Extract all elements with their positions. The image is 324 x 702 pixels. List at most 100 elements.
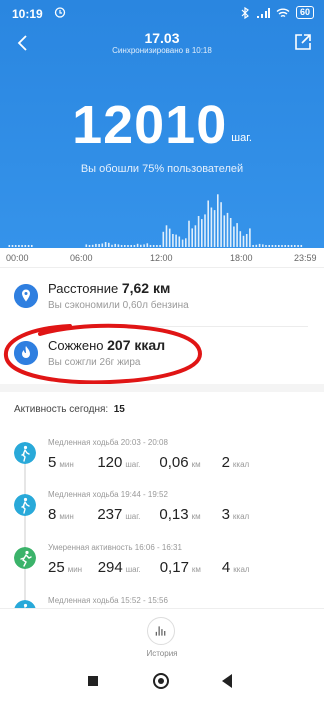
activity-metrics: 5 мин 120 шаг. 0,06 км 2 ккал bbox=[48, 454, 249, 471]
distance-value: 7,62 км bbox=[121, 280, 171, 296]
page-title: 17.03 bbox=[144, 30, 180, 46]
bottom-nav: История bbox=[0, 608, 324, 660]
activity-bar bbox=[120, 245, 123, 247]
activity-bar bbox=[252, 245, 254, 247]
status-right-icons: 60 bbox=[240, 6, 314, 19]
activity-bar bbox=[233, 226, 235, 247]
sync-status: Синхронизировано в 10:18 bbox=[112, 46, 212, 55]
activity-bar bbox=[95, 243, 97, 247]
activity-bar bbox=[284, 245, 286, 247]
activity-minutes: 5 bbox=[48, 454, 57, 471]
status-notification-icons bbox=[54, 6, 66, 18]
activity-bar bbox=[181, 239, 184, 247]
activity-km: 0,13 bbox=[159, 506, 189, 523]
activity-bar bbox=[188, 220, 190, 247]
unit-min: мин bbox=[59, 512, 74, 521]
activity-bar bbox=[242, 235, 245, 247]
activity-label: Умеренная активность 16:06 - 16:31 bbox=[48, 543, 182, 552]
distance-title: Расстояние 7,62 км bbox=[48, 280, 170, 296]
activity-km: 0,17 bbox=[159, 559, 189, 576]
activity-bar bbox=[226, 212, 229, 247]
activity-bar bbox=[24, 245, 27, 247]
activity-bar bbox=[101, 243, 104, 247]
activity-bar bbox=[124, 245, 126, 247]
activity-bar bbox=[294, 245, 296, 247]
walking-icon bbox=[14, 494, 36, 516]
activity-minutes: 25 bbox=[48, 559, 65, 576]
activity-bar bbox=[197, 216, 200, 247]
share-icon[interactable] bbox=[294, 33, 312, 51]
chart-time-axis: 00:00 06:00 12:00 18:00 23:59 bbox=[0, 248, 324, 268]
activity-bar bbox=[287, 245, 290, 247]
activity-bar bbox=[194, 225, 197, 247]
activity-bar bbox=[168, 228, 171, 247]
step-comparison-text: Вы обошли 75% пользователей bbox=[80, 163, 244, 175]
activity-bar bbox=[85, 244, 88, 247]
home-button[interactable] bbox=[153, 673, 169, 689]
activity-bar bbox=[201, 219, 203, 247]
unit-kcal: ккал bbox=[232, 512, 250, 521]
system-back-button[interactable] bbox=[222, 674, 232, 688]
activity-bar bbox=[297, 245, 299, 247]
activity-bar bbox=[21, 245, 23, 247]
activity-bar bbox=[213, 210, 216, 247]
activity-bar bbox=[236, 223, 238, 247]
unit-min: мин bbox=[59, 460, 74, 469]
activity-bar bbox=[143, 244, 145, 247]
activity-metrics: 8 мин 237 шаг. 0,13 км 3 ккал bbox=[48, 506, 249, 523]
unit-km: км bbox=[191, 512, 201, 521]
history-label[interactable]: История bbox=[0, 649, 324, 658]
activity-bar bbox=[146, 243, 149, 247]
distance-subtext: Вы сэкономили 0,60л бензина bbox=[48, 300, 189, 311]
unit-km: км bbox=[191, 460, 201, 469]
activity-bar bbox=[127, 245, 129, 247]
activity-bar bbox=[274, 245, 277, 247]
step-count-value: 12010 bbox=[72, 95, 228, 155]
activity-kcal: 3 bbox=[221, 506, 230, 523]
activity-title: Активность сегодня: bbox=[14, 404, 109, 415]
activity-bar bbox=[204, 214, 206, 247]
wifi-icon bbox=[276, 8, 290, 17]
activity-bar bbox=[175, 234, 177, 247]
activity-item[interactable]: Медленная ходьба 20:03 - 20:08 5 мин 120 ш… bbox=[0, 438, 324, 498]
activity-bar bbox=[178, 236, 181, 247]
activity-count: 15 bbox=[113, 404, 125, 415]
activity-item[interactable]: Умеренная активность 16:06 - 16:31 25 мин… bbox=[0, 543, 324, 603]
tick-label: 23:59 bbox=[294, 253, 317, 263]
running-icon bbox=[14, 547, 36, 569]
activity-bar bbox=[114, 243, 116, 247]
activity-bar bbox=[210, 207, 213, 247]
step-count-unit: шаг. bbox=[231, 132, 252, 144]
activity-bar bbox=[117, 244, 120, 247]
activity-bar bbox=[88, 245, 91, 247]
walking-icon bbox=[14, 442, 36, 464]
activity-bar bbox=[133, 245, 136, 247]
status-time: 10:19 bbox=[12, 7, 43, 21]
unit-min: мин bbox=[67, 565, 83, 574]
activity-header: Активность сегодня: 15 bbox=[14, 404, 125, 415]
tick-label: 12:00 bbox=[150, 253, 173, 263]
activity-bar bbox=[11, 245, 14, 247]
activity-label: Медленная ходьба 15:52 - 15:56 bbox=[48, 596, 168, 605]
tick-label: 18:00 bbox=[230, 253, 253, 263]
activity-bar bbox=[258, 243, 261, 247]
red-highlight-annotation bbox=[3, 323, 203, 385]
activity-bar bbox=[14, 245, 17, 247]
activity-steps: 120 bbox=[97, 454, 123, 471]
history-chart-icon[interactable] bbox=[147, 617, 175, 645]
activity-bar bbox=[130, 245, 132, 247]
unit-km: км bbox=[191, 565, 201, 574]
activity-bar bbox=[8, 245, 11, 247]
activity-bar bbox=[249, 228, 251, 247]
activity-bar bbox=[281, 245, 283, 247]
location-pin-icon bbox=[14, 284, 38, 308]
activity-bar bbox=[300, 245, 303, 247]
activity-bar bbox=[152, 245, 155, 247]
activity-item[interactable]: Медленная ходьба 19:44 - 19:52 8 мин 237 ш… bbox=[0, 490, 324, 550]
activity-bar bbox=[207, 200, 209, 247]
recents-button[interactable] bbox=[88, 676, 98, 686]
bluetooth-icon bbox=[241, 6, 249, 19]
tick-label: 00:00 bbox=[6, 253, 29, 263]
activity-kcal: 2 bbox=[221, 454, 230, 471]
activity-bar bbox=[162, 231, 165, 247]
